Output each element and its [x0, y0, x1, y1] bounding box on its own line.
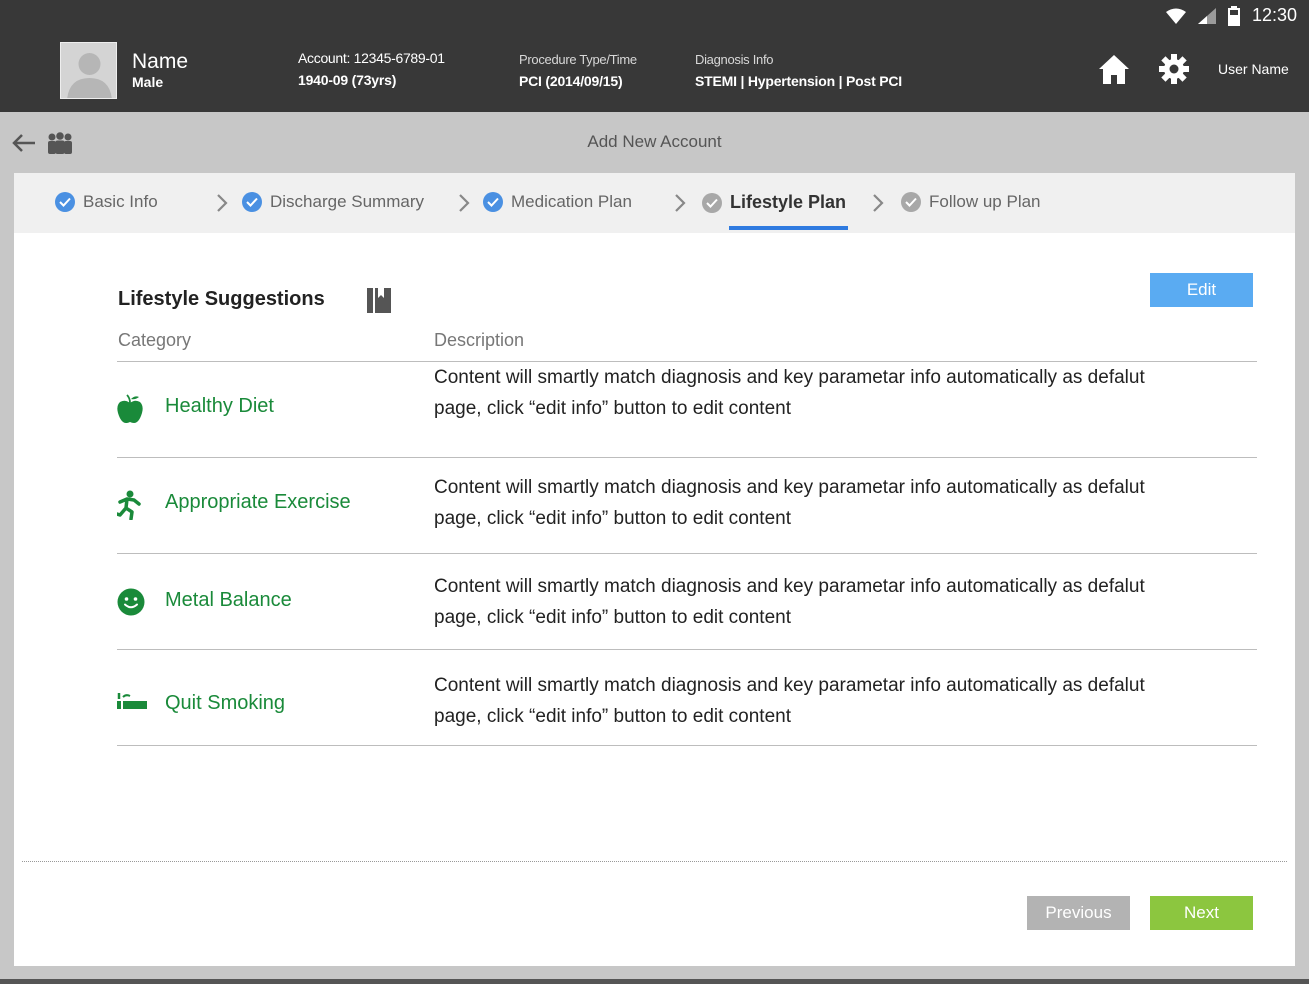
column-header-category: Category — [118, 330, 192, 350]
description-text: Content will smartly match diagnosis and… — [434, 576, 1145, 628]
gear-icon[interactable] — [1159, 54, 1189, 84]
step-label: Medication Plan — [511, 192, 632, 211]
wifi-icon — [1165, 8, 1186, 24]
chevron-right-icon — [873, 194, 884, 212]
diagnosis-label: Diagnosis Info — [695, 52, 774, 67]
title-bar: Add New Account — [0, 112, 1309, 172]
app-header: 12:30 Name Male Account: 12345-6789-01 1… — [0, 0, 1309, 112]
previous-button[interactable]: Previous — [1027, 896, 1130, 930]
step-label: Basic Info — [83, 192, 158, 211]
account-info: Account: 12345-6789-01 1940-09 (73yrs) — [298, 50, 445, 88]
table-row[interactable]: Metal Balance Content will smartly match… — [117, 554, 1257, 650]
check-circle-icon — [55, 192, 75, 212]
check-circle-icon — [901, 192, 921, 212]
lifestyle-card: Lifestyle Suggestions Edit Category Desc… — [14, 233, 1295, 966]
step-follow-up-plan[interactable]: Follow up Plan — [901, 192, 1041, 212]
person-silhouette-icon — [67, 53, 112, 98]
table-row[interactable]: Appropriate Exercise Content will smartl… — [117, 458, 1257, 554]
footer-divider — [22, 861, 1287, 862]
procedure-value: PCI (2014/09/15) — [519, 73, 623, 89]
check-circle-icon — [702, 192, 722, 213]
status-time: 12:30 — [1251, 5, 1297, 25]
procedure-info: Procedure Type/Time PCI (2014/09/15) — [519, 52, 637, 89]
diagnosis-value: STEMI | Hypertension | Post PCI — [695, 73, 902, 89]
step-medication-plan[interactable]: Medication Plan — [483, 192, 632, 212]
battery-icon — [1227, 5, 1240, 26]
table-row[interactable]: Quit Smoking Content will smartly match … — [117, 650, 1257, 746]
book-icon[interactable] — [367, 288, 391, 313]
chevron-right-icon — [675, 194, 686, 212]
section-title: Lifestyle Suggestions — [118, 288, 325, 310]
apple-icon — [117, 394, 143, 423]
signal-icon — [1197, 7, 1216, 24]
step-label: Follow up Plan — [929, 192, 1041, 211]
step-basic-info[interactable]: Basic Info — [55, 192, 158, 212]
status-bar: 12:30 — [1165, 5, 1297, 26]
category-label: Quit Smoking — [165, 692, 286, 714]
table-row[interactable]: Healthy Diet Content will smartly match … — [117, 362, 1257, 458]
step-lifestyle-plan[interactable]: Lifestyle Plan — [702, 192, 846, 213]
next-button[interactable]: Next — [1150, 896, 1253, 930]
check-circle-icon — [242, 192, 262, 212]
smiley-icon — [117, 588, 145, 616]
stepper: Basic Info Discharge Summary Medication … — [14, 173, 1295, 233]
chevron-right-icon — [217, 194, 228, 212]
avatar[interactable] — [60, 42, 117, 99]
running-person-icon — [117, 490, 141, 520]
patient-name: Name — [132, 50, 189, 73]
page-title: Add New Account — [587, 132, 722, 151]
birth-date: 1940-09 (73yrs) — [298, 72, 397, 88]
category-label: Healthy Diet — [165, 395, 274, 417]
check-circle-icon — [483, 192, 503, 212]
category-label: Appropriate Exercise — [165, 491, 351, 513]
procedure-label: Procedure Type/Time — [519, 52, 637, 67]
diagnosis-info: Diagnosis Info STEMI | Hypertension | Po… — [695, 52, 902, 89]
cigarette-icon — [117, 693, 147, 709]
user-name[interactable]: User Name — [1218, 61, 1289, 77]
step-label: Discharge Summary — [270, 192, 424, 211]
home-icon[interactable] — [1098, 54, 1130, 84]
description-text: Content will smartly match diagnosis and… — [434, 367, 1145, 419]
step-discharge-summary[interactable]: Discharge Summary — [242, 192, 424, 212]
description-text: Content will smartly match diagnosis and… — [434, 477, 1145, 529]
patient-gender: Male — [132, 74, 164, 90]
bottom-edge — [0, 979, 1309, 984]
account-number: Account: 12345-6789-01 — [298, 50, 445, 66]
active-step-indicator — [729, 226, 848, 230]
description-text: Content will smartly match diagnosis and… — [434, 675, 1145, 727]
edit-button[interactable]: Edit — [1150, 273, 1253, 307]
chevron-right-icon — [459, 194, 470, 212]
column-header-description: Description — [434, 330, 525, 350]
step-label: Lifestyle Plan — [730, 192, 847, 212]
category-label: Metal Balance — [165, 589, 292, 611]
